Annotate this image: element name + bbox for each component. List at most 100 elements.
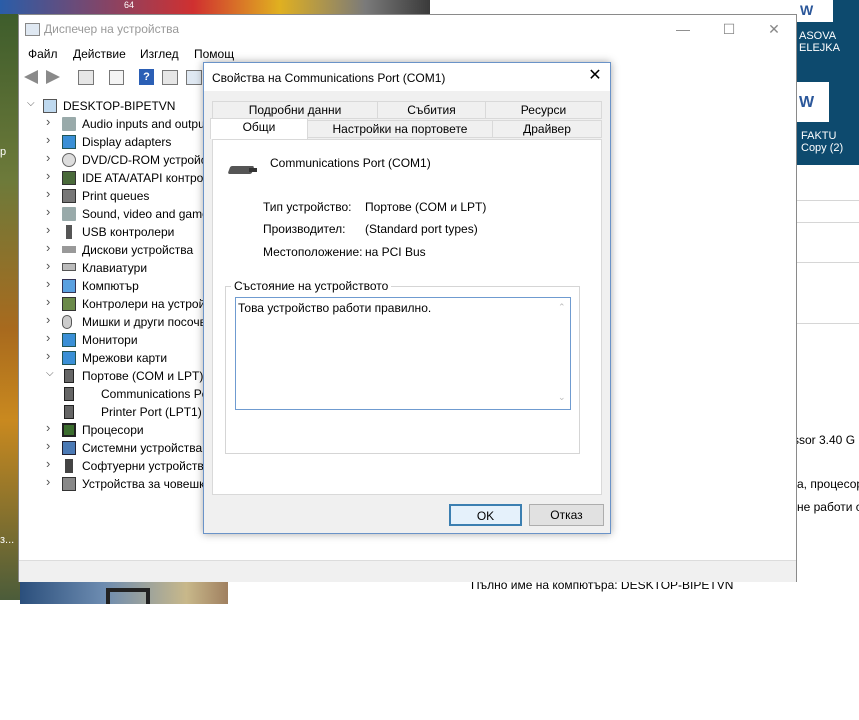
desktop-icon-label[interactable]: ASOVA [799,30,840,42]
clipped-info-text: не работи с [797,500,859,514]
forward-arrow-icon[interactable] [46,70,60,84]
tree-category-item[interactable]: › USB контролери [19,223,219,241]
tree-category-item[interactable]: › Устройства за човешки интерфейс [19,475,219,493]
expand-arrow-icon[interactable]: › [46,223,56,237]
show-hide-console-icon[interactable] [78,70,94,85]
scroll-up-icon[interactable]: ⌃ [558,302,566,313]
tab-details[interactable]: Подробни данни [212,101,378,119]
tree-category-item[interactable]: › DVD/CD-ROM устройства [19,151,219,169]
tree-category-item[interactable]: › Дискови устройства [19,241,219,259]
tree-category-item[interactable]: › Системни устройства [19,439,219,457]
tree-child-item[interactable]: Communications Port (COM1) [19,385,219,403]
expand-arrow-icon[interactable]: › [46,421,56,435]
tree-category-item[interactable]: › Display adapters [19,133,219,151]
cpu-icon [62,423,76,437]
tree-category-item[interactable]: › Софтуерни устройства [19,457,219,475]
collapse-arrow-icon[interactable]: ⌵ [46,368,56,379]
dialog-close-button[interactable]: ✕ [585,66,605,86]
software-icon [65,459,73,473]
expand-arrow-icon[interactable]: › [46,151,56,165]
expand-arrow-icon[interactable]: › [46,457,56,471]
location-value: на PCI Bus [365,245,426,259]
tree-child-item[interactable]: Printer Port (LPT1) [19,403,219,421]
tree-item-label: Display adapters [82,135,172,149]
tree-category-item[interactable]: › Sound, video and game controllers [19,205,219,223]
tree-root[interactable]: ⌵ DESKTOP-BIPETVN [19,97,219,115]
location-label: Местоположение: [263,245,363,259]
tree-item-label: Print queues [82,189,150,203]
tree-category-item[interactable]: › Audio inputs and outputs [19,115,219,133]
tree-category-item[interactable]: › Компютър [19,277,219,295]
expand-arrow-icon[interactable]: › [46,349,56,363]
desktop-background-left [0,0,20,600]
collapse-arrow-icon[interactable]: ⌵ [27,98,37,109]
window-title: Диспечер на устройства [44,22,179,36]
back-arrow-icon[interactable] [24,70,38,84]
menu-help[interactable]: Помощ [194,47,234,61]
device-view-icon[interactable] [162,70,178,85]
expand-arrow-icon[interactable]: › [46,295,56,309]
close-button[interactable]: ✕ [764,19,784,39]
tree-category-item[interactable]: › Клавиатури [19,259,219,277]
expand-arrow-icon[interactable]: › [46,475,56,489]
word-doc-icon[interactable]: W [797,0,833,22]
tree-item-label: DVD/CD-ROM устройства [82,153,219,167]
tree-item-label: IDE ATA/ATAPI контролери [82,171,219,185]
vertical-scrollbar[interactable]: ⌃ ⌄ [554,298,570,409]
menu-view[interactable]: Изглед [140,47,179,61]
manufacturer-value: (Standard port types) [365,222,478,236]
expand-arrow-icon[interactable]: › [46,205,56,219]
properties-icon[interactable] [109,70,124,85]
tab-driver[interactable]: Драйвер [492,120,602,138]
tree-category-item[interactable]: › Контролери на устройства за съхранение [19,295,219,313]
title-bar[interactable]: Диспечер на устройства — ☐ ✕ [19,15,796,45]
word-doc-icon[interactable]: W [797,82,829,122]
dialog-title-bar[interactable]: Свойства на Communications Port (COM1) ✕ [204,63,610,91]
desktop-taskbar-icons: 64 [0,0,430,14]
expand-arrow-icon[interactable]: › [46,259,56,273]
help-icon[interactable]: ? [139,69,154,85]
tree-category-item[interactable]: › Print queues [19,187,219,205]
expand-arrow-icon[interactable]: › [46,277,56,291]
device-status-textbox[interactable]: Това устройство работи правилно. ⌃ ⌄ [235,297,571,410]
expand-arrow-icon[interactable]: › [46,313,56,327]
tree-item-label: Printer Port (LPT1) [101,405,202,419]
desktop-icon-label[interactable]: FAKTU [801,130,843,142]
expand-arrow-icon[interactable]: › [46,187,56,201]
tab-port-settings[interactable]: Настройки на портовете [307,120,493,138]
desktop-icon-label[interactable]: Copy (2) [801,142,843,154]
tree-category-item[interactable]: › Мрежови карти [19,349,219,367]
tree-category-item[interactable]: › Монитори [19,331,219,349]
tree-category-item[interactable]: › Процесори [19,421,219,439]
tree-category-item[interactable]: › Мишки и други посочващи устройства [19,313,219,331]
cancel-button[interactable]: Отказ [529,504,604,526]
scroll-down-icon[interactable]: ⌄ [558,392,566,403]
tab-events[interactable]: Събития [377,101,486,119]
tree-category-item[interactable]: ⌵ Портове (COM и LPT) [19,367,219,385]
expand-arrow-icon[interactable]: › [46,331,56,345]
tab-general[interactable]: Общи [210,118,308,139]
tab-resources[interactable]: Ресурси [485,101,602,119]
tree-category-item[interactable]: › IDE ATA/ATAPI контролери [19,169,219,187]
clipped-desktop-text: з... [0,534,15,546]
clipped-info-text: ssor 3.40 G [793,433,856,447]
expand-arrow-icon[interactable]: › [46,133,56,147]
device-tree: ⌵ DESKTOP-BIPETVN › Audio inputs and outp… [19,93,219,553]
tree-item-label: Мрежови карти [82,351,168,365]
tree-item-label: USB контролери [82,225,175,239]
maximize-button[interactable]: ☐ [719,19,739,39]
minimize-button[interactable]: — [673,19,693,39]
menu-action[interactable]: Действие [73,47,126,61]
expand-arrow-icon[interactable]: › [46,439,56,453]
expand-arrow-icon[interactable]: › [46,241,56,255]
expand-arrow-icon[interactable]: › [46,169,56,183]
divider [797,262,859,263]
device-manager-icon [25,23,40,36]
expand-arrow-icon[interactable]: › [46,115,56,129]
tree-item-label: Системни устройства [82,441,203,455]
menu-file[interactable]: Файл [28,47,58,61]
scan-hardware-icon[interactable] [186,70,202,85]
tree-item-label: Sound, video and game controllers [82,207,219,221]
ok-button[interactable]: OK [449,504,522,526]
desktop-icon-label[interactable]: ELEJKA [799,42,840,54]
